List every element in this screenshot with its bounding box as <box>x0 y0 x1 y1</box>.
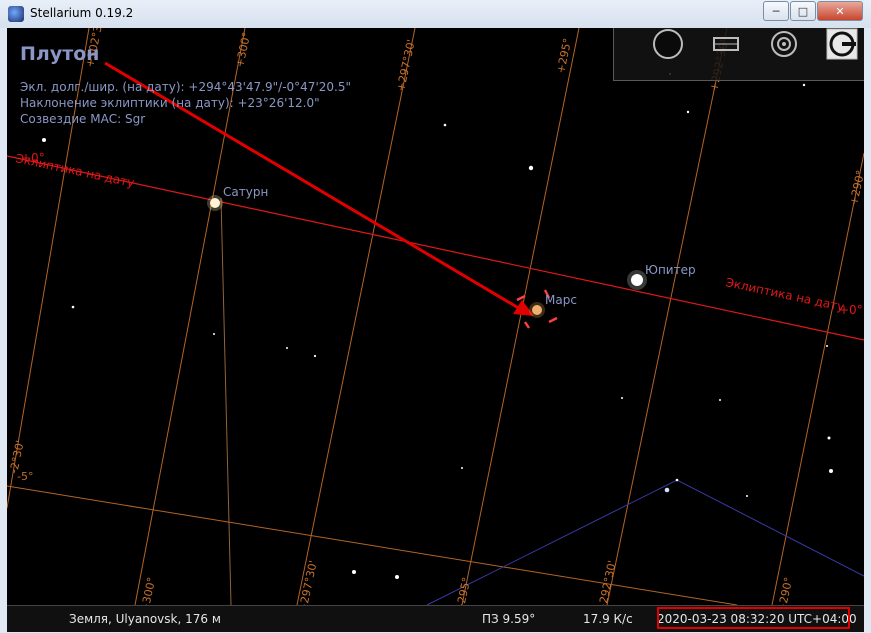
pointer-tick <box>524 321 530 329</box>
star <box>719 399 721 401</box>
titlebar[interactable]: Stellarium 0.19.2 ─ □ ✕ <box>0 0 871 28</box>
ecliptic-line <box>7 155 864 341</box>
grid-line-297-30 <box>296 28 416 605</box>
object-obliquity: Наклонение эклиптики (на дату): +23°26'1… <box>20 96 320 110</box>
fullscreen-icon[interactable] <box>710 28 742 60</box>
status-location[interactable]: Земля, Ulyanovsk, 176 м <box>69 612 221 626</box>
object-ecliptic-coords: Экл. долг./шир. (на дату): +294°43'47.9"… <box>20 80 351 94</box>
star <box>528 165 534 171</box>
star <box>395 575 399 579</box>
saturn-glow <box>207 195 223 211</box>
ecliptic-zero-left: +0° <box>21 151 45 165</box>
star <box>826 345 828 347</box>
star <box>802 83 806 87</box>
star <box>686 110 690 114</box>
star <box>675 478 679 482</box>
night-mode-icon[interactable] <box>652 28 684 60</box>
sky-view[interactable]: Сатурн Марс Юпитер Эклиптика на дату Экл… <box>7 28 864 605</box>
star <box>664 487 670 493</box>
saturn-label: Сатурн <box>223 185 268 199</box>
star <box>461 467 463 469</box>
grid-line-lat-minus5 <box>7 485 738 605</box>
star <box>827 436 831 440</box>
ecliptic-label-right: Эклиптика на дату <box>724 275 845 314</box>
status-fov: ПЗ 9.59° <box>482 612 536 626</box>
star <box>621 397 623 399</box>
star-field <box>42 73 833 579</box>
minimize-button[interactable]: ─ <box>763 1 789 21</box>
star <box>213 333 215 335</box>
maximize-button[interactable]: □ <box>790 1 816 21</box>
star <box>313 354 317 358</box>
ecliptic-zero-right: +0° <box>839 303 863 317</box>
close-button[interactable]: ✕ <box>817 1 863 21</box>
grid-label-297-30-top: +297°30' <box>394 38 418 92</box>
star <box>71 305 75 309</box>
stellarium-app-icon <box>8 6 24 22</box>
star <box>352 570 356 574</box>
grid-line-290 <box>771 152 864 605</box>
datetime-highlight <box>657 607 850 629</box>
object-name: Плутон <box>20 43 100 65</box>
star <box>443 123 447 127</box>
pointer-tick <box>548 316 558 324</box>
view-toolbar <box>613 28 864 81</box>
star <box>286 347 288 349</box>
star <box>746 495 748 497</box>
grid-line-295 <box>461 28 580 605</box>
mars-glow <box>529 302 545 318</box>
star <box>42 138 46 142</box>
mars-label: Марс <box>545 293 577 307</box>
grid-line-292-30 <box>606 28 728 605</box>
quit-icon[interactable] <box>826 28 858 60</box>
grid-label-297-30-bottom: +297°30' <box>296 559 320 605</box>
goto-icon[interactable] <box>768 28 800 60</box>
grid-label-300-bottom: +300° <box>138 576 158 605</box>
jupiter-label: Юпитер <box>645 263 696 277</box>
app-window: Stellarium 0.19.2 ─ □ ✕ Сатурн Марс Юпит… <box>0 0 871 633</box>
star <box>829 469 833 473</box>
grid-label-300-top: +300° <box>233 31 253 69</box>
window-title: Stellarium 0.19.2 <box>30 6 134 20</box>
grid-label-290-bottom: +290° <box>775 576 795 605</box>
grid-label-290-right: +290° <box>847 169 864 207</box>
grid-line-meridian <box>220 197 232 605</box>
status-bar: Земля, Ulyanovsk, 176 м ПЗ 9.59° 17.9 К/… <box>7 605 864 632</box>
grid-label-295-top: +295° <box>554 37 574 75</box>
object-constellation: Созвездие МАС: Sgr <box>20 112 146 126</box>
status-fps: 17.9 К/с <box>583 612 633 626</box>
horizon-line <box>426 479 864 605</box>
jupiter-glow <box>627 270 647 290</box>
